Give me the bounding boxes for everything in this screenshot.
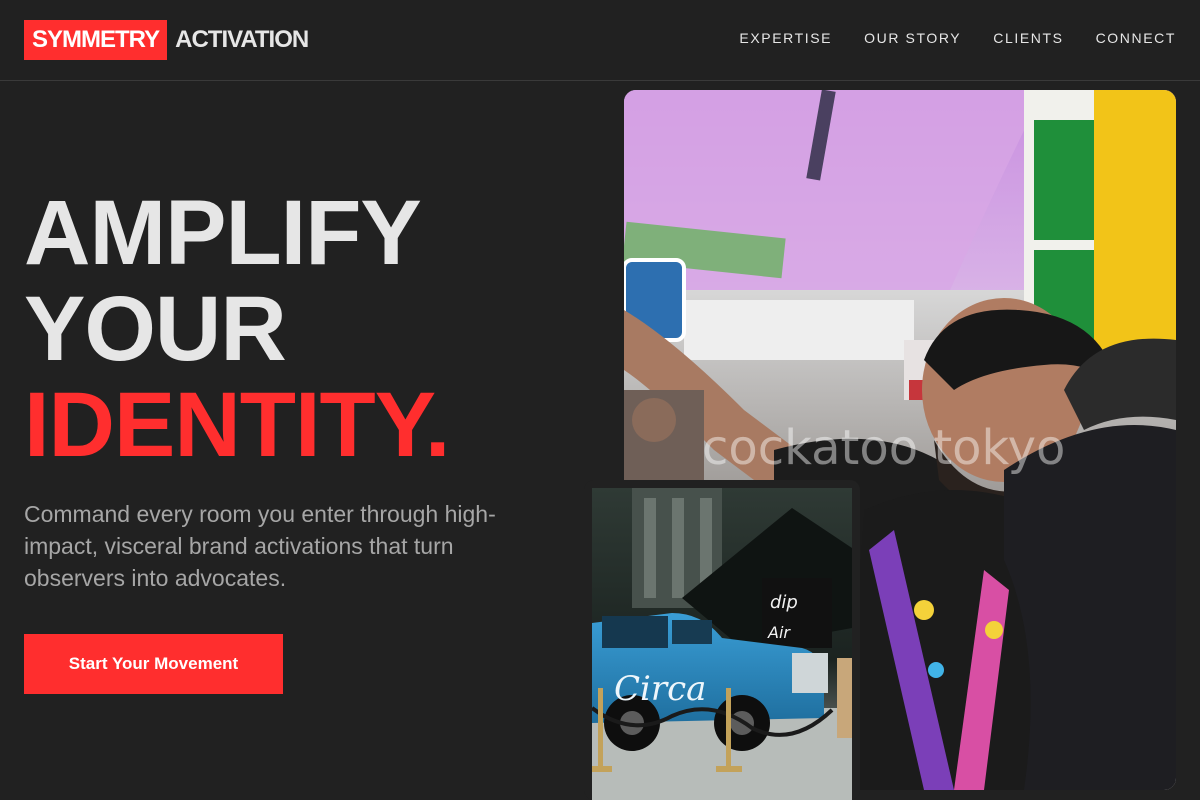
svg-text:dip: dip bbox=[770, 592, 798, 613]
hero-title: AMPLIFY YOUR IDENTITY. bbox=[24, 182, 450, 476]
start-movement-button[interactable]: Start Your Movement bbox=[24, 634, 283, 694]
vehicle-photo-illustration: dip Air Circa bbox=[592, 488, 852, 800]
logo-mark: SYMMETRY bbox=[24, 20, 168, 60]
inset-photo-vehicle-display: dip Air Circa bbox=[592, 488, 852, 800]
vehicle-wrap-text: Circa bbox=[614, 669, 706, 709]
nav-link-clients[interactable]: CLIENTS bbox=[993, 30, 1063, 46]
hero-title-line-1: AMPLIFY bbox=[24, 182, 422, 284]
nav-link-connect[interactable]: CONNECT bbox=[1096, 30, 1176, 46]
photo-watermark: cockatoo tokyo bbox=[702, 420, 1066, 476]
hero-title-line-2: YOUR bbox=[24, 278, 287, 380]
nav-link-expertise[interactable]: EXPERTISE bbox=[739, 30, 832, 46]
hero-title-line-3: IDENTITY. bbox=[24, 374, 450, 476]
site-header: SYMMETRY ACTIVATION EXPERTISE OUR STORY … bbox=[0, 0, 1200, 81]
main-nav: EXPERTISE OUR STORY CLIENTS CONNECT bbox=[739, 30, 1176, 46]
svg-text:Air: Air bbox=[767, 623, 791, 642]
nav-link-our-story[interactable]: OUR STORY bbox=[864, 30, 961, 46]
logo[interactable]: SYMMETRY ACTIVATION bbox=[24, 20, 309, 60]
logo-word: ACTIVATION bbox=[175, 26, 309, 53]
hero-subtitle: Command every room you enter through hig… bbox=[24, 501, 496, 591]
